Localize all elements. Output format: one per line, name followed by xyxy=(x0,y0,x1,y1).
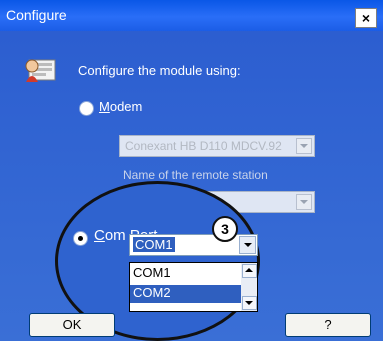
com-port-radio[interactable] xyxy=(73,231,88,246)
list-item[interactable]: COM1 xyxy=(130,265,243,283)
module-config-icon xyxy=(25,59,56,82)
window-title: Configure xyxy=(6,7,67,23)
dropdown-scrollbar[interactable] xyxy=(241,263,257,311)
chevron-down-icon[interactable] xyxy=(296,138,312,154)
com-port-dropdown-list[interactable]: COM1 COM2 xyxy=(129,262,258,312)
modem-device-value: Conexant HB D110 MDCV.92 xyxy=(125,139,282,153)
list-item[interactable]: COM2 xyxy=(130,285,243,303)
ok-button[interactable]: OK xyxy=(29,313,115,337)
chevron-down-icon[interactable] xyxy=(239,236,256,254)
modem-label[interactable]: Modem xyxy=(99,99,142,114)
com-port-select[interactable]: COM1 xyxy=(129,234,258,256)
help-button[interactable]: ? xyxy=(285,313,371,337)
step-callout-badge: 3 xyxy=(212,216,238,242)
scroll-up-icon[interactable] xyxy=(242,264,257,278)
remote-station-label: Name of the remote station xyxy=(123,168,268,182)
com-port-selected-value: COM1 xyxy=(133,237,175,252)
modem-device-select[interactable]: Conexant HB D110 MDCV.92 xyxy=(119,135,315,157)
chevron-down-icon[interactable] xyxy=(296,194,312,210)
close-button[interactable]: × xyxy=(355,8,377,28)
close-icon: × xyxy=(361,10,371,26)
title-bar[interactable]: Configure × xyxy=(0,0,383,31)
modem-radio[interactable] xyxy=(79,101,94,116)
configure-heading: Configure the module using: xyxy=(78,63,241,78)
configure-window: Configure × Configure the module using: … xyxy=(0,0,383,341)
scroll-down-icon[interactable] xyxy=(242,296,257,310)
